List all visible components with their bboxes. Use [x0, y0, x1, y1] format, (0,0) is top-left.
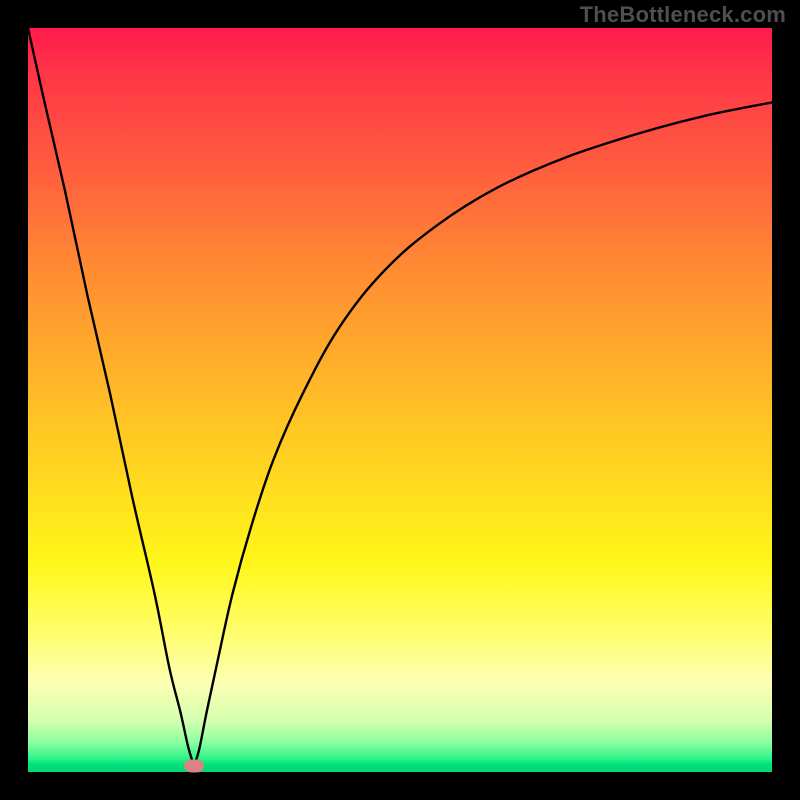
chart-frame: TheBottleneck.com — [0, 0, 800, 800]
curve-left-branch — [28, 28, 194, 766]
minimum-marker — [184, 760, 204, 773]
watermark-text: TheBottleneck.com — [580, 2, 786, 28]
curve-layer — [28, 28, 772, 772]
curve-right-branch — [194, 102, 772, 766]
plot-area — [28, 28, 772, 772]
